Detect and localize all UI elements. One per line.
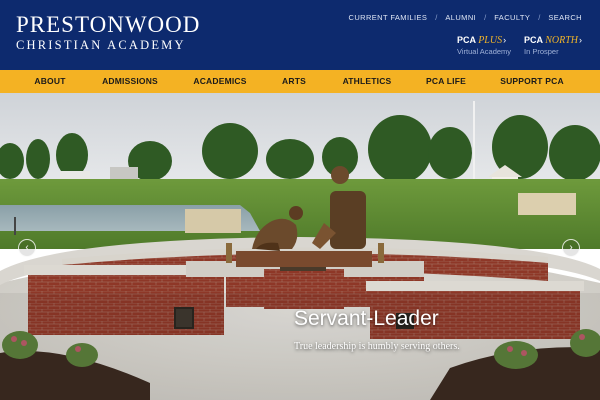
campus-title: PCA NORTH› (524, 35, 582, 46)
campus-link-plus[interactable]: PCA PLUS› Virtual Academy (457, 35, 511, 56)
util-separator: / (538, 13, 541, 22)
nav-athletics[interactable]: ATHLETICS (343, 70, 392, 93)
util-link-current-families[interactable]: CURRENT FAMILIES (349, 13, 428, 22)
campus-subtitle: In Prosper (524, 47, 559, 56)
site-header: PRESTONWOOD CHRISTIAN ACADEMY CURRENT FA… (0, 0, 600, 70)
hero-slideshow: ‹ › Servant-Leader True leadership is hu… (0, 93, 600, 400)
campus-link-north[interactable]: PCA NORTH› In Prosper (524, 35, 582, 56)
nav-arts[interactable]: ARTS (282, 70, 306, 93)
chevron-left-icon: ‹ (25, 242, 29, 253)
campus-accent: NORTH (545, 35, 578, 46)
util-link-faculty[interactable]: FACULTY (494, 13, 530, 22)
nav-about[interactable]: ABOUT (34, 70, 65, 93)
util-separator: / (484, 13, 487, 22)
hero-image (0, 93, 600, 400)
chevron-right-icon: › (503, 35, 507, 45)
logo-line-2: CHRISTIAN ACADEMY (16, 38, 186, 52)
main-nav: ABOUT ADMISSIONS ACADEMICS ARTS ATHLETIC… (0, 70, 600, 93)
campus-accent: PLUS (478, 35, 503, 46)
chevron-right-icon: › (578, 35, 582, 45)
hero-title: Servant-Leader (294, 307, 439, 330)
utility-nav: CURRENT FAMILIES / ALUMNI / FACULTY / SE… (349, 13, 582, 22)
util-link-alumni[interactable]: ALUMNI (445, 13, 476, 22)
hero-subtitle: True leadership is humbly serving others… (294, 341, 460, 352)
nav-admissions[interactable]: ADMISSIONS (102, 70, 158, 93)
chevron-right-icon: › (569, 242, 573, 253)
nav-support-pca[interactable]: SUPPORT PCA (500, 70, 564, 93)
campus-title: PCA PLUS› (457, 35, 511, 46)
logo-line-1: PRESTONWOOD (16, 12, 201, 37)
slideshow-prev-button[interactable]: ‹ (18, 239, 36, 257)
nav-academics[interactable]: ACADEMICS (193, 70, 246, 93)
util-separator: / (435, 13, 438, 22)
util-link-search[interactable]: SEARCH (548, 13, 582, 22)
campus-prefix: PCA (457, 35, 476, 45)
nav-pca-life[interactable]: PCA LIFE (426, 70, 466, 93)
campus-subtitle: Virtual Academy (457, 47, 512, 56)
site-logo[interactable]: PRESTONWOOD CHRISTIAN ACADEMY (16, 12, 201, 53)
campus-prefix: PCA (524, 35, 543, 45)
slideshow-next-button[interactable]: › (562, 239, 580, 257)
